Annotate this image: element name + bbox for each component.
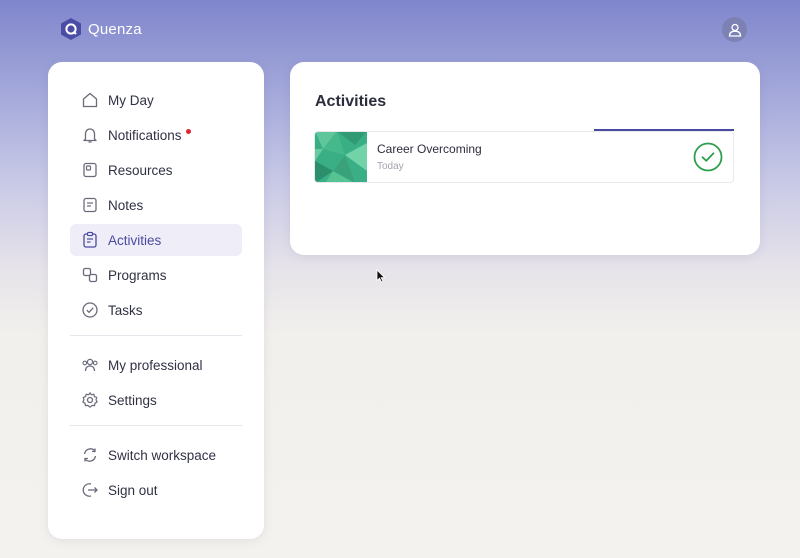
mouse-cursor-icon bbox=[376, 269, 386, 283]
sidebar-item-switch-workspace[interactable]: Switch workspace bbox=[70, 439, 242, 471]
notification-badge bbox=[185, 128, 191, 134]
clipboard-icon bbox=[80, 230, 100, 250]
sidebar-item-label: Tasks bbox=[108, 302, 143, 318]
user-avatar-button[interactable] bbox=[722, 17, 747, 42]
activity-date: Today bbox=[377, 161, 404, 172]
sidebar-divider bbox=[70, 425, 242, 426]
sidebar-item-programs[interactable]: Programs bbox=[70, 259, 242, 291]
quenza-logo-icon bbox=[61, 18, 81, 40]
sidebar-item-label: Switch workspace bbox=[108, 447, 217, 463]
sidebar-item-label: Activities bbox=[108, 232, 162, 248]
home-icon bbox=[80, 90, 100, 110]
gear-icon bbox=[80, 390, 100, 410]
sign-out-icon bbox=[80, 480, 100, 500]
sidebar-item-label: My professional bbox=[108, 357, 203, 373]
sidebar-divider bbox=[70, 335, 242, 336]
brand-name: Quenza bbox=[88, 20, 142, 38]
sidebar-item-my-day[interactable]: My Day bbox=[70, 84, 242, 116]
sidebar-item-notes[interactable]: Notes bbox=[70, 189, 242, 221]
sidebar-item-notifications[interactable]: Notifications bbox=[70, 119, 242, 151]
check-circle-icon bbox=[80, 300, 100, 320]
activity-name: Career Overcoming bbox=[377, 142, 482, 156]
sidebar-item-sign-out[interactable]: Sign out bbox=[70, 474, 242, 506]
activity-info: Career Overcoming Today bbox=[377, 142, 693, 172]
sidebar-item-label: My Day bbox=[108, 92, 154, 108]
sidebar-item-resources[interactable]: Resources bbox=[70, 154, 242, 186]
completed-check-icon bbox=[693, 142, 723, 172]
sidebar-item-label: Resources bbox=[108, 162, 173, 178]
sidebar-item-label: Settings bbox=[108, 392, 157, 408]
folder-icon bbox=[80, 160, 100, 180]
brand-logo[interactable]: Quenza bbox=[60, 17, 142, 41]
people-icon bbox=[80, 355, 100, 375]
shapes-icon bbox=[80, 265, 100, 285]
sidebar-item-label: Programs bbox=[108, 267, 167, 283]
activity-list-item[interactable]: Career Overcoming Today bbox=[314, 131, 734, 183]
activity-thumbnail bbox=[315, 132, 367, 182]
sidebar-item-activities[interactable]: Activities bbox=[70, 224, 242, 256]
activities-panel: Activities Career Overcoming Today bbox=[290, 62, 760, 255]
note-icon bbox=[80, 195, 100, 215]
sidebar-item-settings[interactable]: Settings bbox=[70, 384, 242, 416]
sidebar-item-my-professional[interactable]: My professional bbox=[70, 349, 242, 381]
bell-icon bbox=[80, 125, 100, 145]
sidebar-item-tasks[interactable]: Tasks bbox=[70, 294, 242, 326]
sidebar-item-label: Sign out bbox=[108, 482, 158, 498]
sidebar-item-label: Notes bbox=[108, 197, 144, 213]
sidebar: My Day Notifications Resources Notes Act… bbox=[48, 62, 264, 539]
refresh-icon bbox=[80, 445, 100, 465]
sidebar-item-label: Notifications bbox=[108, 127, 182, 143]
page-title: Activities bbox=[315, 93, 387, 110]
user-icon bbox=[728, 23, 741, 37]
